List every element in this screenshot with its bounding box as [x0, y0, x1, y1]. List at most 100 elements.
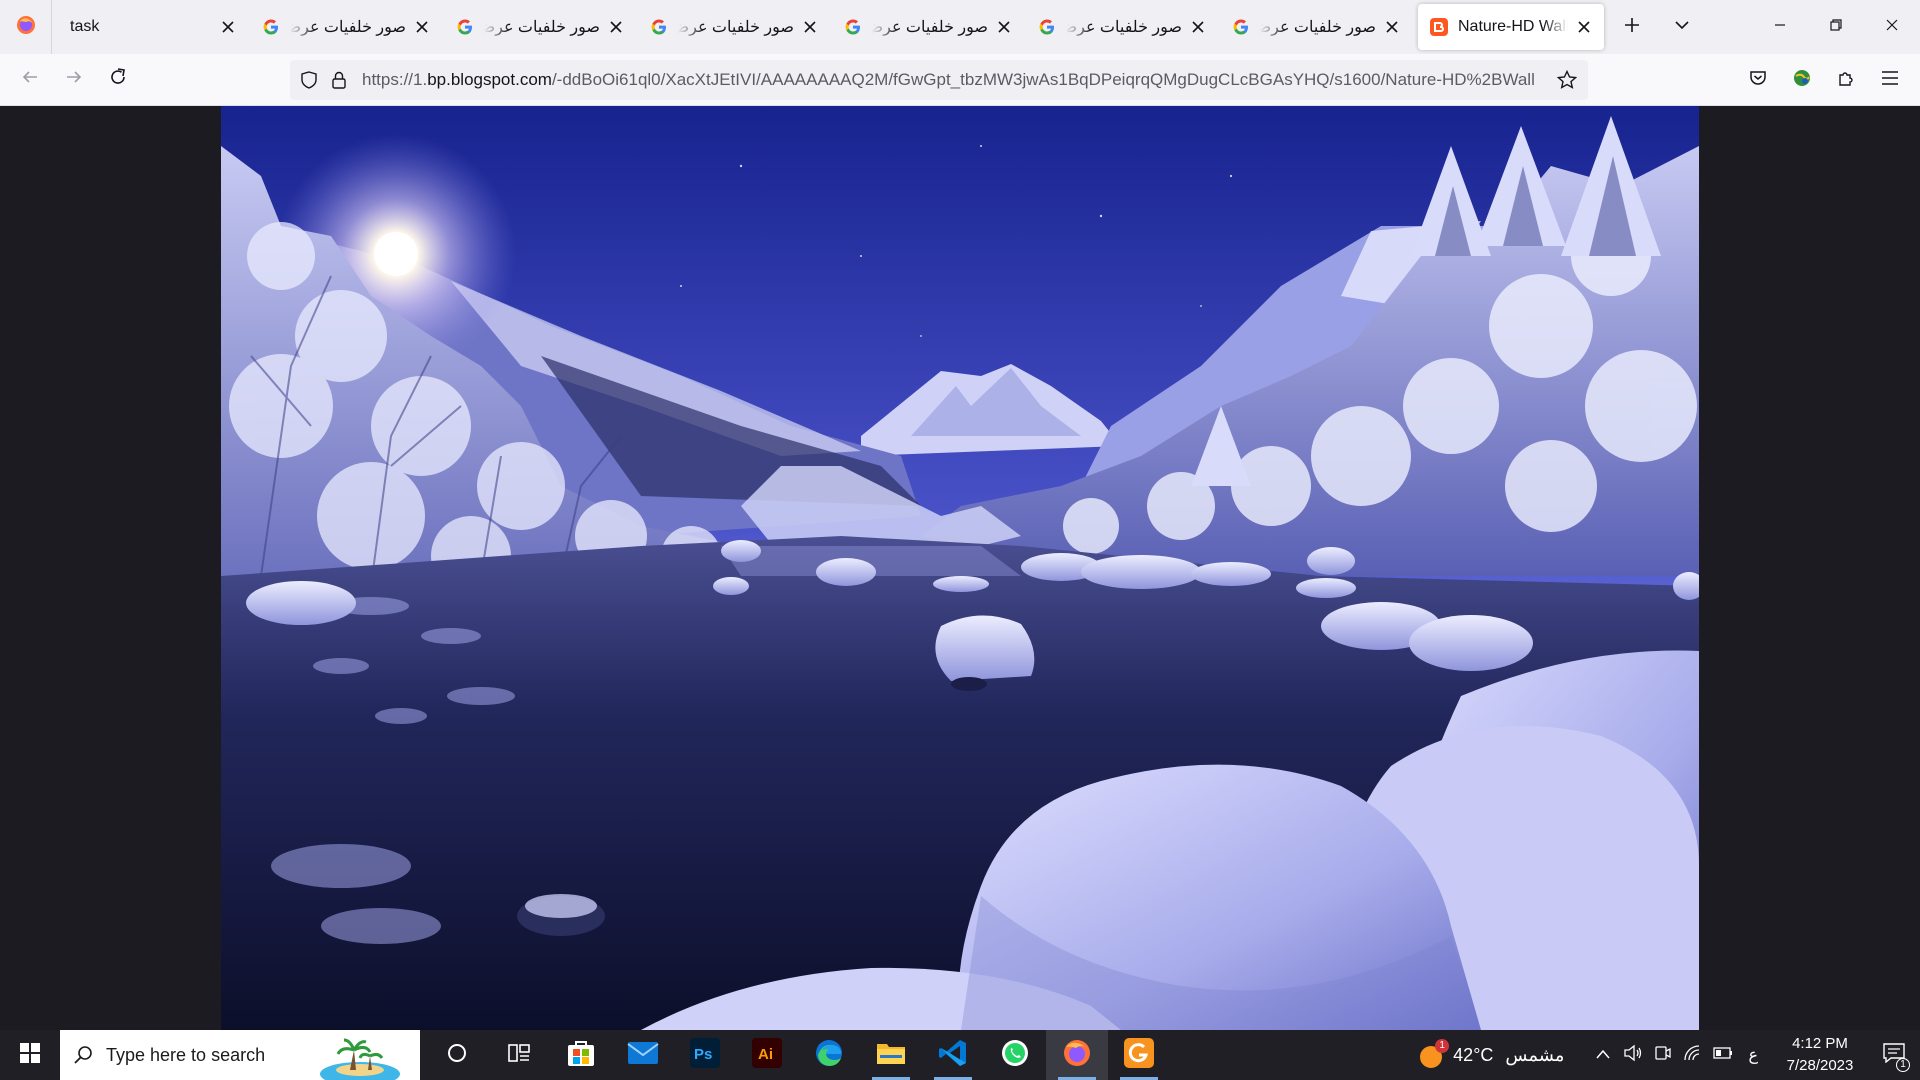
close-window-button[interactable] [1864, 0, 1920, 54]
minimize-icon [1774, 18, 1786, 36]
tab-google-2[interactable]: صور خلفيات عرض [444, 4, 636, 50]
tab-google-1[interactable]: صور خلفيات عرض [250, 4, 442, 50]
svg-text:Ai: Ai [758, 1046, 773, 1063]
app-menu-button[interactable] [1868, 58, 1912, 102]
minimize-button[interactable] [1752, 0, 1808, 54]
weather-condition: مشمس [1505, 1044, 1565, 1065]
battery-icon [1713, 1046, 1733, 1064]
restore-button[interactable] [1808, 0, 1864, 54]
notification-center-button[interactable]: 1 [1872, 1030, 1916, 1080]
back-button[interactable] [12, 62, 48, 98]
navigation-toolbar: https://1.bp.blogspot.com/-ddBoOi61ql0/X… [0, 54, 1920, 106]
google-icon [844, 18, 862, 36]
clock[interactable]: 4:12 PM 7/28/2023 [1776, 1033, 1864, 1077]
weather-widget[interactable]: 1 42°C مشمس [1417, 1039, 1565, 1069]
task-view-icon [508, 1042, 530, 1069]
close-icon [1886, 18, 1898, 36]
search-highlight-island-icon [320, 1034, 400, 1080]
url-text[interactable]: https://1.bp.blogspot.com/-ddBoOi61ql0/X… [362, 70, 1552, 90]
pocket-icon [1749, 69, 1767, 92]
task-view-button[interactable] [488, 1030, 550, 1080]
taskbar-file-explorer[interactable] [860, 1030, 922, 1080]
close-icon[interactable] [800, 17, 820, 37]
wallpaper-image[interactable] [221, 106, 1699, 1030]
microsoft-store-icon [566, 1038, 596, 1073]
taskbar-microsoft-store[interactable] [550, 1030, 612, 1080]
firefox-icon [1062, 1038, 1092, 1073]
cortana-button[interactable] [426, 1030, 488, 1080]
cortana-circle-icon [446, 1042, 468, 1069]
bookmark-star-icon[interactable] [1552, 60, 1582, 100]
close-icon[interactable] [1574, 17, 1594, 37]
tab-title: صور خلفيات عرض [484, 19, 600, 36]
pocket-button[interactable] [1736, 58, 1780, 102]
taskbar-edge[interactable] [798, 1030, 860, 1080]
url-prefix: https://1. [362, 70, 428, 89]
start-button[interactable] [0, 1030, 60, 1080]
input-language-indicator[interactable]: ع [1748, 1045, 1758, 1065]
chevron-up-icon [1596, 1046, 1611, 1064]
mail-icon [627, 1041, 659, 1070]
page-viewport [0, 106, 1920, 1030]
lock-icon[interactable] [324, 60, 354, 100]
taskbar-whatsapp[interactable] [984, 1030, 1046, 1080]
taskbar-firefox[interactable] [1046, 1030, 1108, 1080]
toolbar-actions [1736, 54, 1920, 106]
tab-title: صور خلفيات عرض [678, 19, 794, 36]
globe-extension-icon [1792, 68, 1812, 93]
volume-button[interactable] [1618, 1030, 1648, 1080]
list-all-tabs-button[interactable] [1662, 7, 1702, 47]
tab-google-5[interactable]: صور خلفيات عرض [1026, 4, 1218, 50]
tab-title: Nature-HD Wallp [1458, 18, 1568, 35]
network-button[interactable] [1678, 1030, 1708, 1080]
tracking-protection-icon[interactable] [294, 60, 324, 100]
snowy-river-landscape-image [221, 106, 1699, 1030]
weather-badge: 1 [1435, 1039, 1450, 1053]
gyazo-icon [1124, 1037, 1154, 1073]
restore-icon [1830, 18, 1842, 36]
google-icon [1038, 18, 1056, 36]
reload-icon [109, 68, 127, 91]
battery-button[interactable] [1708, 1030, 1738, 1080]
address-bar[interactable]: https://1.bp.blogspot.com/-ddBoOi61ql0/X… [290, 60, 1588, 100]
url-host: bp.blogspot.com [427, 70, 552, 89]
taskbar-vscode[interactable] [922, 1030, 984, 1080]
forward-button[interactable] [56, 62, 92, 98]
wifi-icon [1683, 1044, 1703, 1067]
search-placeholder: Type here to search [106, 1044, 266, 1065]
close-icon[interactable] [994, 17, 1014, 37]
url-path: /-ddBoOi61ql0/XacXtJEtIVI/AAAAAAAAQ2M/fG… [551, 70, 1535, 89]
taskbar-gyazo[interactable] [1108, 1030, 1170, 1080]
clock-date: 7/28/2023 [1786, 1057, 1854, 1074]
close-icon[interactable] [606, 17, 626, 37]
reload-button[interactable] [100, 62, 136, 98]
taskbar-search-box[interactable]: Type here to search [60, 1030, 420, 1080]
firefox-view-button[interactable] [0, 0, 52, 54]
taskbar-photoshop[interactable]: Ps [674, 1030, 736, 1080]
taskbar-mail[interactable] [612, 1030, 674, 1080]
svg-text:Ps: Ps [694, 1046, 712, 1063]
tab-google-4[interactable]: صور خلفيات عرض [832, 4, 1024, 50]
tab-google-3[interactable]: صور خلفيات عرض [638, 4, 830, 50]
close-icon[interactable] [1188, 17, 1208, 37]
new-tab-button[interactable] [1612, 7, 1652, 47]
close-icon[interactable] [218, 17, 238, 37]
arrow-left-icon [21, 68, 39, 91]
tab-nature-hd-wallpaper[interactable]: Nature-HD Wallp [1418, 4, 1604, 50]
plus-icon [1624, 17, 1640, 38]
show-hidden-icons-button[interactable] [1588, 1030, 1618, 1080]
meet-now-button[interactable] [1648, 1030, 1678, 1080]
taskbar-illustrator[interactable]: Ai [736, 1030, 798, 1080]
extension-vpn-button[interactable] [1780, 58, 1824, 102]
extensions-button[interactable] [1824, 58, 1868, 102]
close-icon[interactable] [412, 17, 432, 37]
close-icon[interactable] [1382, 17, 1402, 37]
windows-taskbar: Type here to search Ps Ai 1 42°C مشمس ع … [0, 1030, 1920, 1080]
illustrator-icon: Ai [752, 1037, 782, 1073]
folder-icon [876, 1040, 906, 1071]
tab-title: صور خلفيات عرض [872, 19, 988, 36]
puzzle-icon [1837, 69, 1855, 92]
clock-time: 4:12 PM [1792, 1035, 1848, 1052]
tab-google-6[interactable]: صور خلفيات عرض [1220, 4, 1412, 50]
tab-task[interactable]: task [58, 4, 248, 50]
